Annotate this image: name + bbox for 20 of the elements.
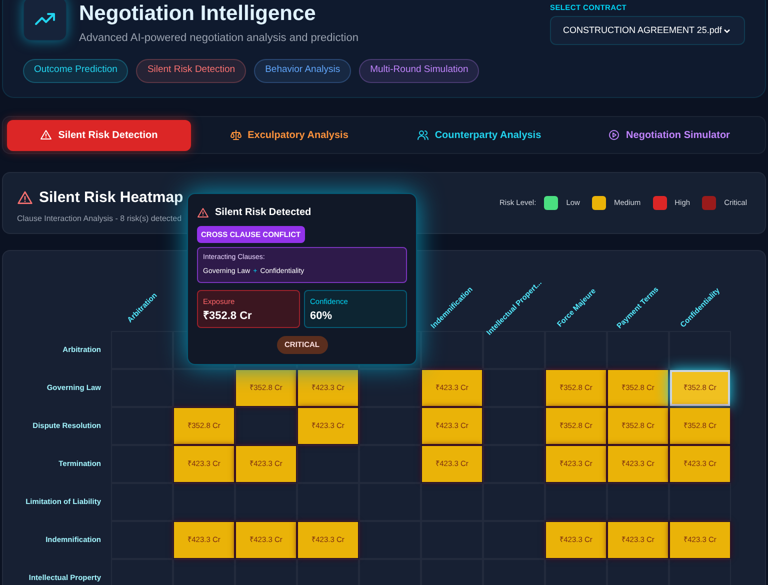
app-subtitle: Advanced AI-powered negotiation analysis and prediction [79, 31, 358, 46]
tab-label: Exculpatory Analysis [248, 128, 348, 142]
tab-label: Negotiation Simulator [626, 128, 730, 142]
contract-select[interactable]: CONSTRUCTION AGREEMENT 25.pdf [550, 16, 745, 46]
exposure-value: ₹352.8 Cr [203, 308, 253, 324]
tab[interactable]: Negotiation Simulator [577, 120, 761, 150]
heatmap-title: Silent Risk Heatmap [39, 188, 184, 208]
tab[interactable]: Exculpatory Analysis [197, 120, 381, 150]
feature-pill[interactable]: Behavior Analysis [254, 58, 352, 82]
tab-label: Counterparty Analysis [434, 128, 542, 142]
tab-label: Silent Risk Detection [58, 128, 158, 142]
feature-pill[interactable]: Outcome Prediction [23, 58, 128, 82]
feature-pill[interactable]: Silent Risk Detection [136, 58, 246, 82]
tab[interactable]: Counterparty Analysis [387, 120, 571, 150]
heatmap-subtitle: Clause Interaction Analysis - 8 risk(s) detected [17, 212, 183, 224]
tab[interactable]: Silent Risk Detection [7, 120, 191, 150]
feature-pill[interactable]: Multi-Round Simulation [359, 58, 480, 82]
tooltip-title: Silent Risk Detected [215, 206, 312, 220]
app-title: Negotiation Intelligence [79, 1, 317, 27]
confidence-value: 60% [310, 308, 334, 324]
